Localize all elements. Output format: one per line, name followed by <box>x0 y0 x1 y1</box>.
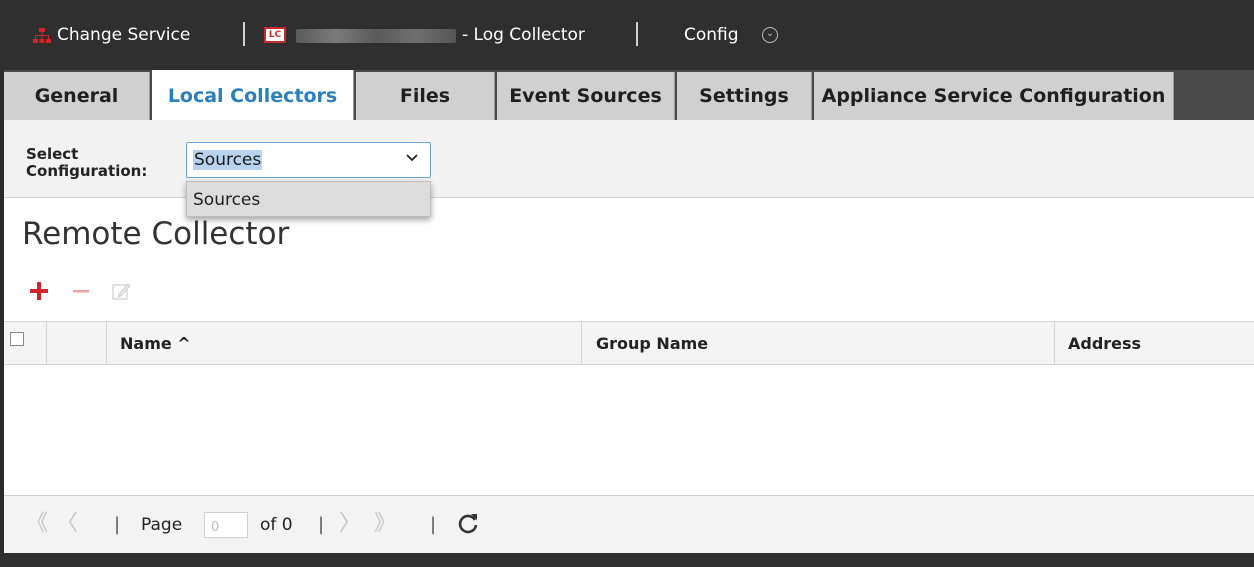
change-service-link[interactable]: Change Service <box>57 24 190 46</box>
configuration-select[interactable]: Sources <box>186 142 431 178</box>
select-all-checkbox[interactable] <box>10 332 24 346</box>
tab-settings[interactable]: Settings <box>677 72 812 120</box>
first-page-icon: 《 <box>26 511 49 536</box>
column-header-name[interactable]: Name ^ <box>120 334 191 354</box>
grid-body <box>4 365 1254 495</box>
tab-general[interactable]: General <box>4 72 150 120</box>
configuration-select-value: Sources <box>193 150 263 170</box>
section-title: Remote Collector <box>22 216 290 252</box>
tab-local-collectors[interactable]: Local Collectors <box>152 70 354 120</box>
grid-header: Name ^ Group Name Address <box>4 321 1254 365</box>
prev-page-icon: 〈 <box>56 511 79 536</box>
dropdown-option-sources[interactable]: Sources <box>193 190 260 210</box>
add-icon[interactable] <box>28 280 50 302</box>
top-bar: Change Service LC - Log Collector Config… <box>0 0 1254 70</box>
header-divider <box>636 22 638 46</box>
tab-files[interactable]: Files <box>356 72 495 120</box>
chevron-down-circle-icon[interactable]: ⌄ <box>762 27 778 43</box>
page-count: of 0 <box>260 515 293 535</box>
column-header-group-name[interactable]: Group Name <box>596 334 708 354</box>
select-configuration-label: Select Configuration: <box>26 145 148 180</box>
tab-appliance-service-configuration[interactable]: Appliance Service Configuration <box>814 72 1174 120</box>
chevron-down-icon <box>406 154 418 162</box>
service-name: - Log Collector <box>462 25 585 45</box>
log-collector-badge-icon: LC <box>264 27 286 43</box>
last-page-icon: 》 <box>374 511 397 536</box>
page-label: Page <box>141 515 183 535</box>
tab-bar: General Local Collectors Files Event Sou… <box>4 70 1254 120</box>
edit-icon <box>112 283 131 300</box>
page-number-input[interactable] <box>204 512 248 538</box>
config-menu[interactable]: Config <box>684 24 739 46</box>
header-divider <box>243 22 245 46</box>
service-name-redacted <box>296 29 456 43</box>
configuration-dropdown: Sources <box>186 181 431 217</box>
pagination-bar: 《 〈 | Page of 0 | 〉 》 | <box>4 495 1254 553</box>
next-page-icon: 〉 <box>339 511 362 536</box>
refresh-icon[interactable] <box>456 511 480 535</box>
remove-icon <box>73 290 89 293</box>
column-header-address[interactable]: Address <box>1068 334 1141 354</box>
tab-event-sources[interactable]: Event Sources <box>497 72 675 120</box>
bottom-bar <box>0 553 1254 567</box>
network-tree-icon[interactable] <box>33 28 51 44</box>
